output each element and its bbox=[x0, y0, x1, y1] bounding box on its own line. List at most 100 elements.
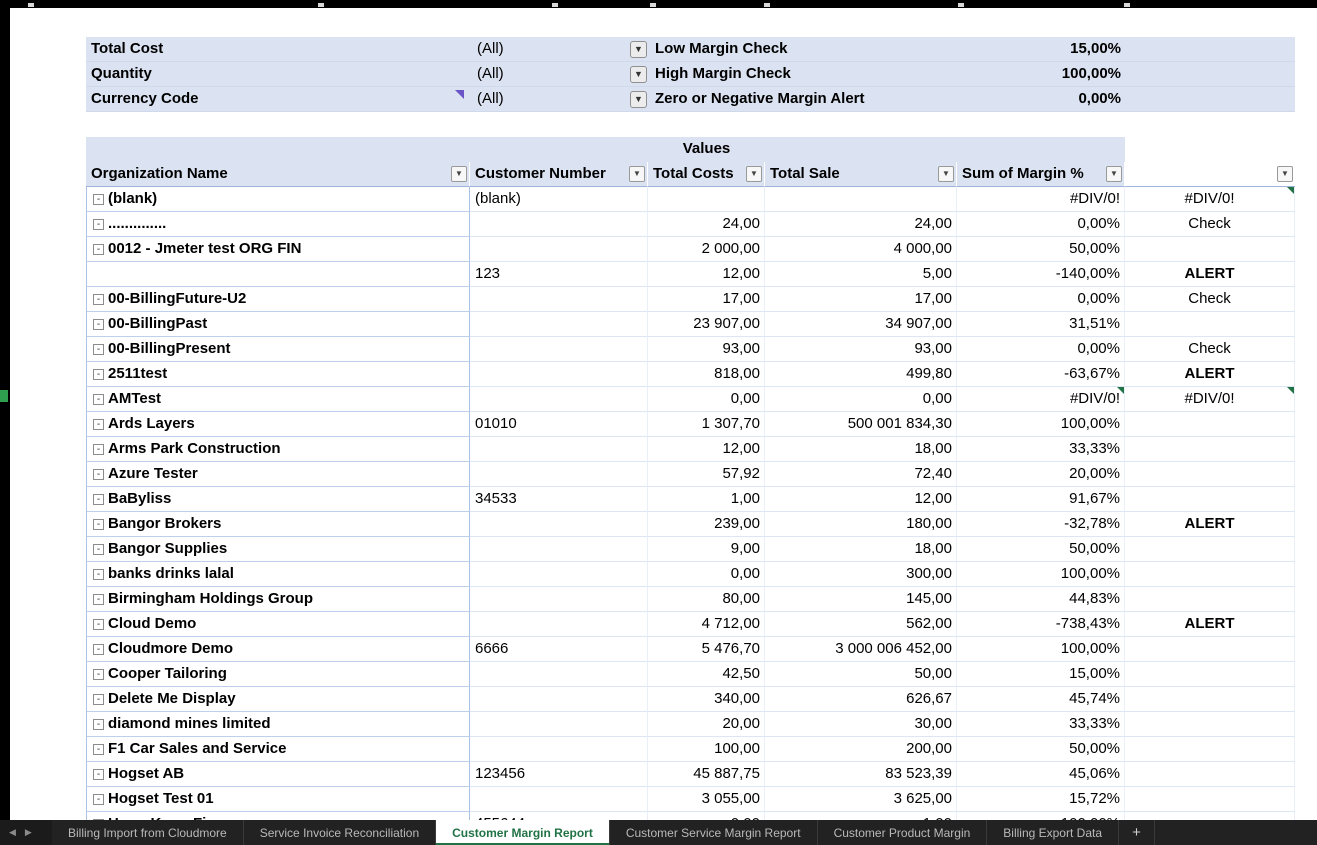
org-name-cell[interactable]: -Cloudmore Demo bbox=[86, 637, 470, 662]
margin-cell[interactable]: -140,00% bbox=[957, 262, 1125, 287]
org-name-cell[interactable]: -Hogset Test 01 bbox=[86, 787, 470, 812]
collapse-button[interactable]: - bbox=[93, 344, 104, 355]
header-organization-name[interactable]: Organization Name ▼ bbox=[86, 162, 470, 187]
collapse-button[interactable]: - bbox=[93, 594, 104, 605]
total-costs-cell[interactable]: 4 712,00 bbox=[648, 612, 765, 637]
add-sheet-button[interactable]: + bbox=[1119, 820, 1155, 845]
customer-number-cell[interactable] bbox=[470, 612, 648, 637]
check-cell[interactable] bbox=[1125, 412, 1295, 437]
collapse-button[interactable]: - bbox=[93, 569, 104, 580]
total-costs-cell[interactable]: 5 476,70 bbox=[648, 637, 765, 662]
total-sale-cell[interactable]: 200,00 bbox=[765, 737, 957, 762]
check-cell[interactable] bbox=[1125, 587, 1295, 612]
org-name-cell[interactable]: -Bangor Supplies bbox=[86, 537, 470, 562]
total-costs-cell[interactable]: 0,00 bbox=[648, 562, 765, 587]
collapse-button[interactable]: - bbox=[93, 319, 104, 330]
total-costs-cell[interactable]: 80,00 bbox=[648, 587, 765, 612]
total-sale-cell[interactable]: 12,00 bbox=[765, 487, 957, 512]
check-cell[interactable]: Check bbox=[1125, 337, 1295, 362]
check-cell[interactable]: ALERT bbox=[1125, 262, 1295, 287]
margin-cell[interactable]: 33,33% bbox=[957, 712, 1125, 737]
customer-number-cell[interactable] bbox=[470, 387, 648, 412]
total-costs-cell[interactable]: 23 907,00 bbox=[648, 312, 765, 337]
org-name-cell[interactable]: -Cloud Demo bbox=[86, 612, 470, 637]
margin-cell[interactable]: 100,00% bbox=[957, 812, 1125, 820]
margin-cell[interactable]: -738,43% bbox=[957, 612, 1125, 637]
org-name-cell[interactable]: -banks drinks lalal bbox=[86, 562, 470, 587]
collapse-button[interactable]: - bbox=[93, 219, 104, 230]
margin-cell[interactable]: #DIV/0! bbox=[957, 187, 1125, 212]
margin-cell[interactable]: #DIV/0! bbox=[957, 387, 1125, 412]
margin-cell[interactable]: 45,74% bbox=[957, 687, 1125, 712]
total-costs-cell[interactable]: 24,00 bbox=[648, 212, 765, 237]
org-name-cell[interactable]: -Birmingham Holdings Group bbox=[86, 587, 470, 612]
sheet-tab[interactable]: Service Invoice Reconciliation bbox=[244, 820, 436, 845]
sheet-tab[interactable]: Customer Margin Report bbox=[436, 820, 610, 845]
customer-number-cell[interactable]: 34533 bbox=[470, 487, 648, 512]
org-name-cell[interactable]: -0012 - Jmeter test ORG FIN bbox=[86, 237, 470, 262]
check-value-high-margin[interactable]: 100,00% bbox=[957, 62, 1125, 87]
margin-cell[interactable]: 0,00% bbox=[957, 287, 1125, 312]
org-name-cell[interactable]: -Hogset AB bbox=[86, 762, 470, 787]
total-sale-cell[interactable]: 72,40 bbox=[765, 462, 957, 487]
margin-cell[interactable]: 20,00% bbox=[957, 462, 1125, 487]
margin-cell[interactable]: 15,00% bbox=[957, 662, 1125, 687]
org-name-cell[interactable]: -00-BillingFuture-U2 bbox=[86, 287, 470, 312]
total-sale-cell[interactable]: 30,00 bbox=[765, 712, 957, 737]
filter-quantity[interactable]: (All) ▼ bbox=[470, 62, 648, 87]
customer-number-cell[interactable] bbox=[470, 537, 648, 562]
sheet-tab[interactable]: Customer Product Margin bbox=[818, 820, 988, 845]
customer-number-cell[interactable] bbox=[470, 662, 648, 687]
total-costs-cell[interactable]: 3 055,00 bbox=[648, 787, 765, 812]
customer-number-cell[interactable] bbox=[470, 337, 648, 362]
customer-number-cell[interactable]: 01010 bbox=[470, 412, 648, 437]
customer-number-cell[interactable]: 123456 bbox=[470, 762, 648, 787]
filter-dropdown-icon[interactable]: ▼ bbox=[630, 41, 647, 58]
check-cell[interactable]: #DIV/0! bbox=[1125, 387, 1295, 412]
customer-number-cell[interactable]: 123 bbox=[470, 262, 648, 287]
total-costs-cell[interactable]: 1 307,70 bbox=[648, 412, 765, 437]
margin-cell[interactable]: 0,00% bbox=[957, 212, 1125, 237]
collapse-button[interactable]: - bbox=[93, 669, 104, 680]
total-sale-cell[interactable]: 93,00 bbox=[765, 337, 957, 362]
total-sale-cell[interactable]: 0,00 bbox=[765, 387, 957, 412]
margin-cell[interactable]: 45,06% bbox=[957, 762, 1125, 787]
total-costs-cell[interactable]: 57,92 bbox=[648, 462, 765, 487]
customer-number-cell[interactable]: 6666 bbox=[470, 637, 648, 662]
margin-cell[interactable]: -63,67% bbox=[957, 362, 1125, 387]
check-cell[interactable] bbox=[1125, 312, 1295, 337]
margin-cell[interactable]: 15,72% bbox=[957, 787, 1125, 812]
margin-cell[interactable]: 100,00% bbox=[957, 637, 1125, 662]
total-sale-cell[interactable]: 626,67 bbox=[765, 687, 957, 712]
org-name-cell[interactable]: -F1 Car Sales and Service bbox=[86, 737, 470, 762]
header-filter-dropdown-icon[interactable]: ▼ bbox=[629, 166, 645, 182]
filter-total-cost[interactable]: (All) ▼ bbox=[470, 37, 648, 62]
check-cell[interactable]: #DIV/0! bbox=[1125, 187, 1295, 212]
margin-cell[interactable]: 50,00% bbox=[957, 737, 1125, 762]
check-cell[interactable] bbox=[1125, 737, 1295, 762]
check-cell[interactable] bbox=[1125, 762, 1295, 787]
collapse-button[interactable]: - bbox=[93, 519, 104, 530]
org-name-cell[interactable]: -Ards Layers bbox=[86, 412, 470, 437]
total-sale-cell[interactable]: 3 000 006 452,00 bbox=[765, 637, 957, 662]
customer-number-cell[interactable] bbox=[470, 462, 648, 487]
total-costs-cell[interactable]: 12,00 bbox=[648, 437, 765, 462]
customer-number-cell[interactable] bbox=[470, 587, 648, 612]
org-name-cell[interactable]: -Bangor Brokers bbox=[86, 512, 470, 537]
total-sale-cell[interactable]: 24,00 bbox=[765, 212, 957, 237]
collapse-button[interactable]: - bbox=[93, 394, 104, 405]
check-cell[interactable] bbox=[1125, 487, 1295, 512]
org-name-cell[interactable]: -.............. bbox=[86, 212, 470, 237]
header-filter-dropdown-icon[interactable]: ▼ bbox=[451, 166, 467, 182]
total-costs-cell[interactable]: 1,00 bbox=[648, 487, 765, 512]
total-costs-cell[interactable]: 93,00 bbox=[648, 337, 765, 362]
tab-nav-arrows[interactable]: ◀ ▶ bbox=[0, 820, 52, 845]
check-cell[interactable] bbox=[1125, 687, 1295, 712]
customer-number-cell[interactable]: 455644 bbox=[470, 812, 648, 820]
customer-number-cell[interactable]: (blank) bbox=[470, 187, 648, 212]
collapse-button[interactable]: - bbox=[93, 744, 104, 755]
org-name-cell[interactable]: -00-BillingPresent bbox=[86, 337, 470, 362]
check-value-low-margin[interactable]: 15,00% bbox=[957, 37, 1125, 62]
check-cell[interactable] bbox=[1125, 637, 1295, 662]
org-name-cell[interactable]: -2511test bbox=[86, 362, 470, 387]
